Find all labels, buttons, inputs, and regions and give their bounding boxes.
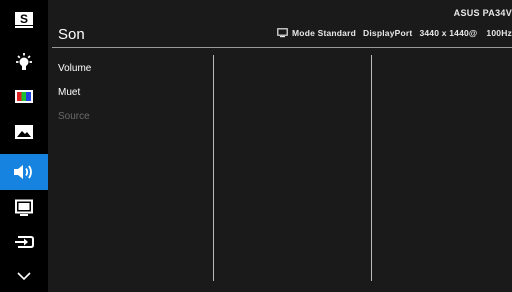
monitor-icon: [277, 28, 288, 38]
input-select-icon: [15, 236, 34, 248]
menu-item-mute[interactable]: Muet: [58, 87, 80, 98]
page-title: Son: [58, 26, 85, 43]
refresh-label: 100Hz: [486, 28, 512, 38]
sidebar-item-sound[interactable]: [0, 154, 48, 190]
resolution-label: 3440 x 1440@: [419, 28, 478, 38]
sidebar: S: [0, 0, 48, 292]
sound-icon: [14, 165, 32, 179]
sidebar-item-more[interactable]: [5, 260, 43, 292]
status-bar: Mode Standard DisplayPort 3440 x 1440@ 1…: [277, 28, 512, 38]
menu-item-volume[interactable]: Volume: [58, 63, 91, 74]
column-divider-2: [371, 55, 372, 281]
pip-pbp-icon: [15, 199, 33, 216]
header-divider: [52, 47, 512, 48]
input-label: DisplayPort: [363, 28, 413, 38]
sidebar-item-pip[interactable]: [5, 192, 43, 224]
chevron-down-icon: [17, 272, 31, 281]
sidebar-item-color[interactable]: [5, 81, 43, 113]
image-icon: [15, 125, 33, 139]
sidebar-item-image[interactable]: [5, 116, 43, 148]
blue-light-filter-icon: [16, 53, 32, 70]
sidebar-item-splendid[interactable]: S: [5, 4, 43, 36]
column-divider-1: [213, 55, 214, 281]
color-icon: [15, 90, 33, 103]
model-name: ASUS PA34V: [453, 8, 512, 18]
svg-text:S: S: [20, 12, 28, 26]
mode-label: Mode Standard: [292, 28, 357, 38]
sidebar-item-blue-light[interactable]: [5, 47, 43, 79]
menu-item-source: Source: [58, 111, 90, 122]
sidebar-item-input[interactable]: [5, 226, 43, 258]
main-panel: Son ASUS PA34V Mode Standard DisplayPort…: [48, 0, 512, 292]
splendid-icon: S: [15, 12, 33, 28]
